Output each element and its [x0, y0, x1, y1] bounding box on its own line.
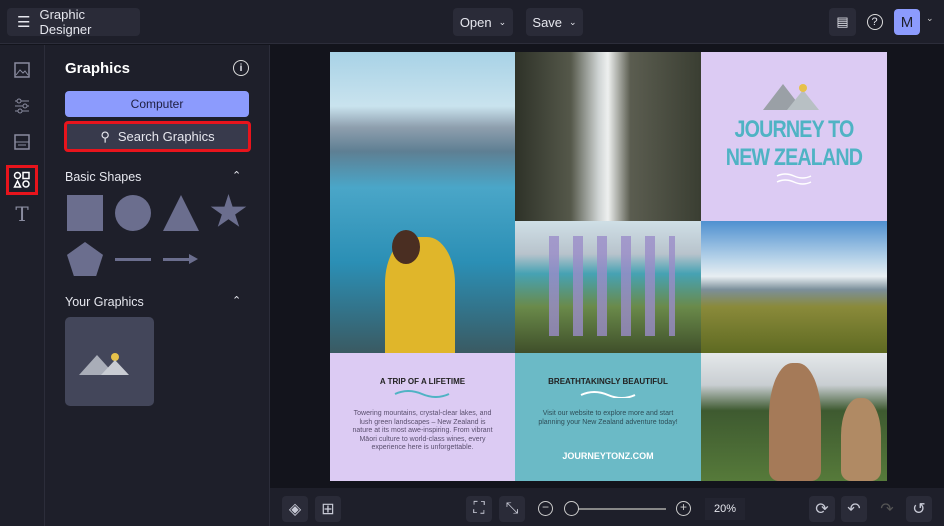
website-url: JOURNEYTONZ.COM [562, 451, 654, 461]
save-label: Save [532, 14, 563, 30]
zoom-slider[interactable] [566, 508, 666, 510]
refresh-icon[interactable]: ⟳ [809, 496, 835, 522]
text-icon[interactable]: T [10, 202, 34, 226]
photo-alpacas[interactable] [701, 353, 887, 481]
wave-decoration [394, 390, 450, 398]
triangle-shape[interactable] [163, 195, 199, 231]
info-icon[interactable]: i [233, 60, 249, 76]
website-card[interactable]: BREATHTAKINGLY BEAUTIFUL Visit our websi… [515, 353, 701, 481]
collapse-basic-shapes-icon[interactable]: ⌃ [232, 169, 241, 182]
layout-icon[interactable] [10, 130, 34, 154]
photo-mountain-valley[interactable] [701, 221, 887, 353]
top-bar: ☰ Graphic Designer Open ⌄ Save ⌄ ▤ ? M ⌄ [0, 0, 944, 44]
open-label: Open [459, 14, 492, 30]
alpaca [841, 398, 881, 481]
search-graphics-label: Search Graphics [117, 129, 215, 144]
alpaca [769, 363, 821, 481]
chevron-down-icon[interactable]: ⌄ [926, 13, 934, 24]
chevron-down-icon: ⌄ [498, 16, 507, 27]
journey-title: JOURNEY TO NEW ZEALAND [725, 116, 863, 171]
wave-decoration [776, 173, 812, 185]
shrink-icon[interactable]: ⤡ [499, 496, 525, 522]
app-title: Graphic Designer [39, 7, 92, 37]
circle-shape[interactable] [115, 195, 151, 231]
menu-button[interactable]: ☰ Graphic Designer [7, 7, 140, 37]
photo-lake-hiker[interactable] [330, 52, 515, 353]
bottom-toolbar: ◈ ⊞ ⛶ ⤡ − + 20% ⟳ ↶ ↷ ↺ [270, 488, 944, 526]
undo-icon[interactable]: ↶ [841, 496, 867, 522]
grid-icon[interactable]: ⊞ [315, 496, 341, 522]
line-shape[interactable] [115, 258, 151, 261]
arrow-head [189, 254, 198, 264]
hamburger-icon: ☰ [17, 14, 31, 31]
collapse-your-graphics-icon[interactable]: ⌃ [232, 294, 241, 307]
trip-heading: A TRIP OF A LIFETIME [379, 377, 466, 386]
basic-shapes-heading: Basic Shapes [65, 170, 142, 184]
website-heading: BREATHTAKINGLY BEAUTIFUL [548, 377, 668, 386]
tool-rail: T [0, 45, 45, 526]
graphic-thumbnail[interactable] [65, 317, 154, 406]
help-icon[interactable]: ? [861, 8, 888, 36]
history-icon[interactable]: ↺ [906, 496, 932, 522]
zoom-slider-handle[interactable] [564, 501, 579, 516]
hiker-head [392, 230, 420, 264]
avatar[interactable]: M [894, 9, 920, 35]
open-button[interactable]: Open ⌄ [453, 8, 513, 36]
design-canvas[interactable]: JOURNEY TO NEW ZEALAND A TRIP OF A LIFETI… [330, 52, 887, 481]
image-icon[interactable] [10, 58, 34, 82]
adjustments-icon[interactable] [10, 94, 34, 118]
graphics-icon[interactable] [6, 165, 38, 195]
redo-icon[interactable]: ↷ [874, 496, 900, 522]
save-button[interactable]: Save ⌄ [526, 8, 583, 36]
computer-button[interactable]: Computer [65, 91, 249, 117]
square-shape[interactable] [67, 195, 103, 231]
photo-lupins[interactable] [515, 221, 701, 353]
journey-title-card[interactable]: JOURNEY TO NEW ZEALAND [701, 52, 887, 221]
comments-icon[interactable]: ▤ [829, 8, 856, 36]
lupin-flowers [535, 236, 675, 336]
search-graphics-button[interactable]: ⚲ Search Graphics [64, 121, 251, 152]
zoom-out-icon[interactable]: − [538, 501, 553, 516]
chevron-down-icon: ⌄ [569, 16, 577, 27]
your-graphics-heading: Your Graphics [65, 295, 144, 309]
zoom-level[interactable]: 20% [705, 498, 745, 520]
search-icon: ⚲ [100, 128, 110, 144]
fit-screen-icon[interactable]: ⛶ [466, 496, 492, 522]
photo-waterfall[interactable] [515, 52, 701, 221]
graphics-panel: Graphics i Computer ⚲ Search Graphics Bas… [45, 45, 270, 526]
trip-body: Towering mountains, crystal-clear lakes,… [352, 410, 493, 451]
wave-decoration [580, 391, 636, 398]
mountain-logo [763, 84, 819, 110]
pentagon-shape[interactable] [67, 242, 103, 276]
website-body: Visit our website to explore more and st… [538, 410, 678, 426]
layers-icon[interactable]: ◈ [282, 496, 308, 522]
zoom-in-icon[interactable]: + [676, 501, 691, 516]
star-shape[interactable] [210, 194, 247, 227]
panel-title: Graphics [65, 60, 131, 77]
trip-card[interactable]: A TRIP OF A LIFETIME Towering mountains,… [330, 353, 515, 481]
